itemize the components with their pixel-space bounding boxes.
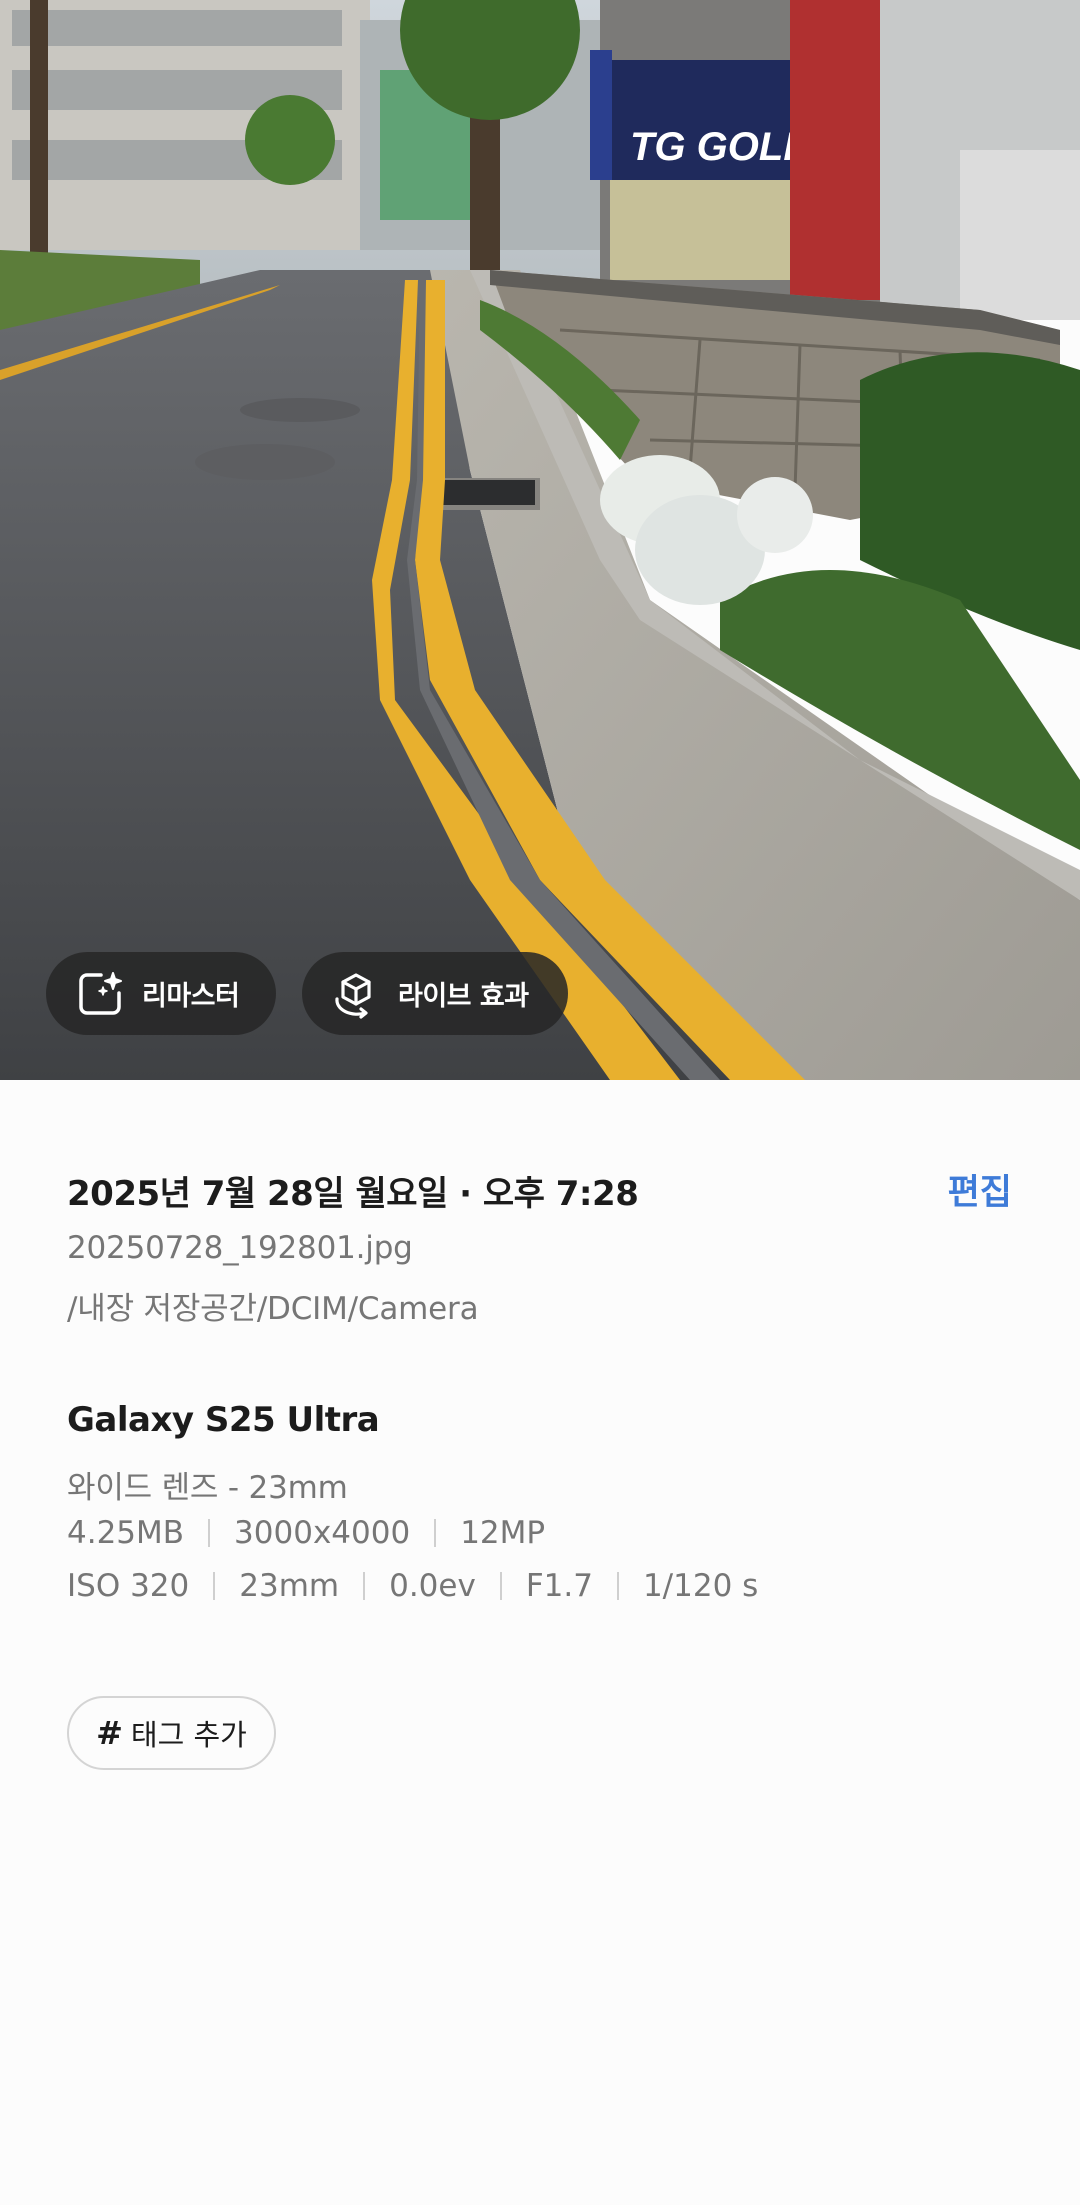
aperture: F1.7	[525, 1568, 593, 1604]
file-specs-row: 4.25MB 3000x4000 12MP	[67, 1515, 545, 1551]
cube-rotate-icon	[330, 968, 382, 1020]
device-name: Galaxy S25 Ultra	[67, 1400, 380, 1440]
live-effect-button[interactable]: 라이브 효과	[302, 952, 568, 1035]
exposure-value: 0.0ev	[389, 1568, 476, 1604]
divider	[434, 1519, 437, 1547]
exposure-row: ISO 320 23mm 0.0ev F1.7 1/120 s	[67, 1568, 758, 1604]
lens-info: 와이드 렌즈 - 23mm	[67, 1470, 348, 1506]
megapixels: 12MP	[460, 1515, 546, 1551]
divider	[208, 1519, 211, 1547]
divider	[213, 1572, 216, 1600]
photo-viewer[interactable]: TG GOLF 리마스터 라이브 효과	[0, 0, 1080, 1080]
add-tag-button[interactable]: # 태그 추가	[67, 1696, 276, 1770]
golf-sign: TG GOLF	[630, 125, 809, 169]
resolution: 3000x4000	[234, 1515, 411, 1551]
divider	[499, 1572, 502, 1600]
divider	[616, 1572, 619, 1600]
remaster-button[interactable]: 리마스터	[46, 952, 276, 1035]
street-photo: TG GOLF	[0, 0, 1080, 1080]
live-effect-label: 라이브 효과	[398, 981, 529, 1012]
details-panel: 2025년 7월 28일 월요일 · 오후 7:28 편집 20250728_1…	[0, 1080, 1080, 2205]
file-path[interactable]: /내장 저장공간/DCIM/Camera	[67, 1283, 479, 1328]
capture-datetime: 2025년 7월 28일 월요일 · 오후 7:28	[67, 1174, 639, 1214]
remaster-label: 리마스터	[142, 981, 240, 1012]
add-tag-label: 태그 추가	[130, 1718, 247, 1752]
shutter-speed: 1/120 s	[642, 1568, 759, 1604]
file-name: 20250728_192801.jpg	[67, 1230, 413, 1266]
iso-value: ISO 320	[67, 1568, 190, 1604]
sparkle-frame-icon	[74, 968, 126, 1020]
edit-button[interactable]: 편집	[948, 1164, 1012, 1215]
file-size: 4.25MB	[67, 1515, 185, 1551]
hash-icon: #	[96, 1714, 123, 1752]
divider	[363, 1572, 366, 1600]
focal-length: 23mm	[239, 1568, 340, 1604]
